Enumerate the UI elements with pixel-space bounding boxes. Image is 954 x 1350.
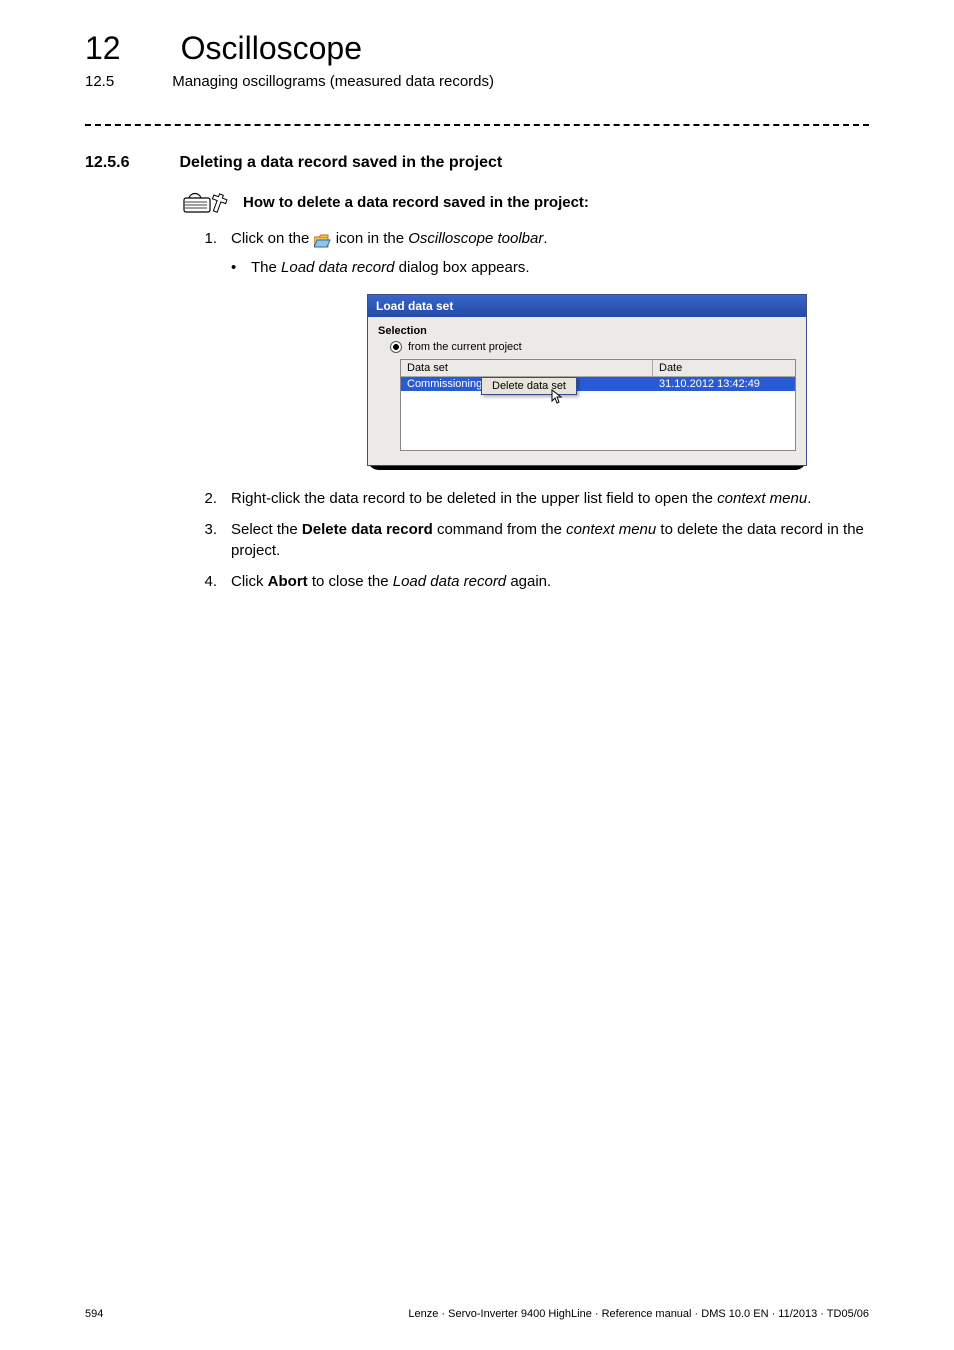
toolbar-ref: Oscilloscope toolbar [408, 230, 543, 247]
list-row-selected[interactable]: Commissioning 31.10.2012 13:42:49 Delete… [401, 377, 795, 391]
dialog-screenshot: Load data set Selection from the current… [367, 294, 807, 470]
chapter-number: 12 [85, 30, 121, 67]
step-text: Right-click the data record to be delete… [231, 488, 811, 509]
page-number: 594 [85, 1308, 103, 1320]
column-header-date[interactable]: Date [653, 360, 795, 376]
radio-dot-icon [390, 341, 402, 353]
divider [85, 124, 869, 126]
context-menu-ref: context menu [566, 521, 656, 538]
column-header-dataset[interactable]: Data set [401, 360, 653, 376]
open-folder-icon [314, 233, 332, 247]
text: Click on the [231, 230, 314, 247]
step-number: 4. [197, 571, 217, 592]
text: . [543, 230, 547, 247]
subsection-title: Deleting a data record saved in the proj… [179, 154, 502, 172]
bullet-icon: • [231, 259, 241, 276]
radio-label: from the current project [408, 341, 522, 353]
step-text: Click Abort to close the Load data recor… [231, 571, 551, 592]
context-menu-ref: context menu [717, 490, 807, 507]
text: command from the [433, 521, 566, 538]
text: to close the [308, 573, 393, 590]
button-name: Abort [268, 573, 308, 590]
step-number: 3. [197, 519, 217, 561]
dialog-titlebar: Load data set [368, 295, 806, 317]
section-title-top: Managing oscillograms (measured data rec… [172, 73, 494, 90]
cursor-icon [551, 389, 565, 405]
step-number: 1. [197, 228, 217, 249]
text: Select the [231, 521, 302, 538]
text: Right-click the data record to be delete… [231, 490, 717, 507]
chapter-title: Oscilloscope [181, 30, 362, 67]
text: icon in the [336, 230, 409, 247]
step-number: 2. [197, 488, 217, 509]
command-name: Delete data record [302, 521, 433, 538]
footer-meta: Lenze · Servo-Inverter 9400 HighLine · R… [408, 1308, 869, 1320]
subsection-number: 12.5.6 [85, 154, 129, 172]
radio-from-current-project[interactable]: from the current project [390, 341, 796, 353]
step-text: Click on the icon in the Oscilloscope to… [231, 228, 548, 249]
bullet-text: The Load data record dialog box appears. [251, 259, 530, 276]
howto-heading: How to delete a data record saved in the… [243, 194, 589, 211]
text: dialog box appears. [394, 259, 529, 276]
text: again. [506, 573, 551, 590]
section-number: 12.5 [85, 73, 114, 90]
selection-label: Selection [378, 325, 796, 337]
text: The [251, 259, 281, 276]
dialog-ref: Load data record [281, 259, 394, 276]
text: . [807, 490, 811, 507]
step-text: Select the Delete data record command fr… [231, 519, 869, 561]
howto-icon [183, 190, 233, 214]
row-date: 31.10.2012 13:42:49 [653, 377, 795, 391]
text: Click [231, 573, 268, 590]
dialog-ref: Load data record [393, 573, 506, 590]
data-set-list[interactable]: Data set Date Commissioning 31.10.2012 1… [400, 359, 796, 451]
